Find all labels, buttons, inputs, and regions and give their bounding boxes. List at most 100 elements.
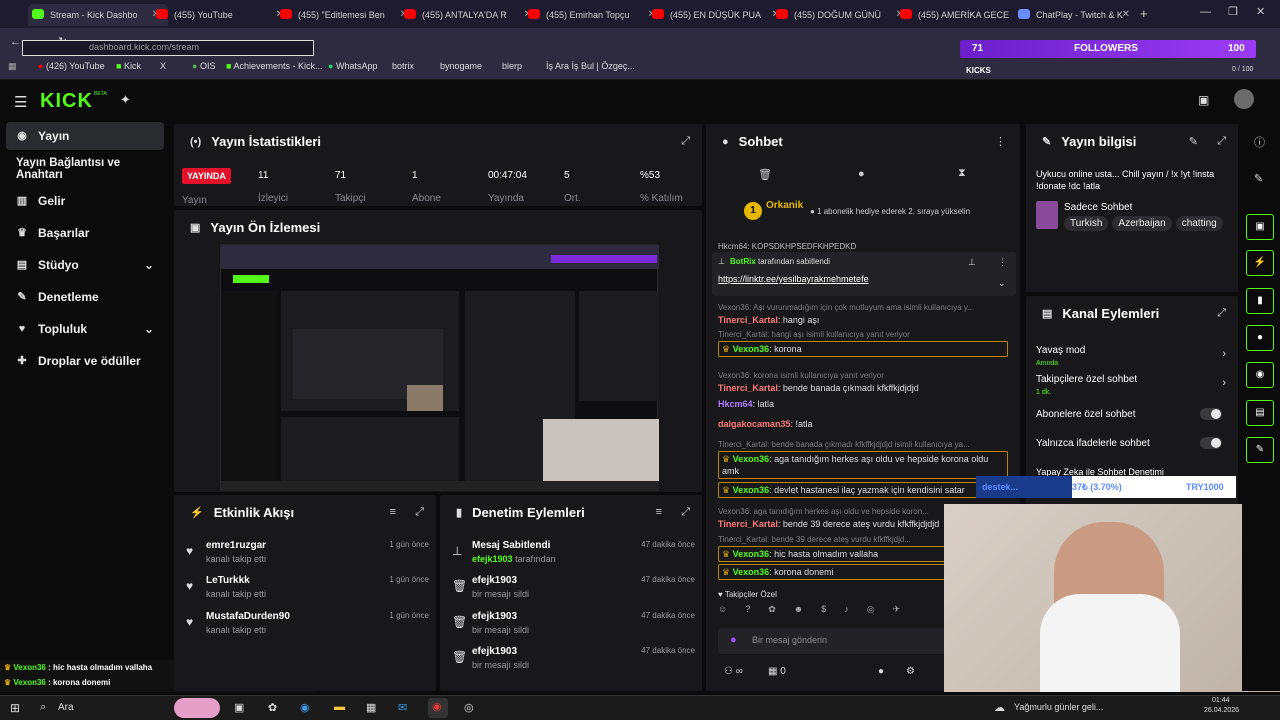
chat-message[interactable]: Tinerci_Kartal: hangi aşı isimli kullanı… <box>718 329 1008 357</box>
gear-icon[interactable]: ⚙ <box>906 666 915 677</box>
tool-button[interactable]: ▮ <box>1246 288 1274 314</box>
tab-youtube[interactable]: (455) DOĞUM GÜNÜ✕ <box>772 4 912 26</box>
tab-youtube[interactable]: (455) ANTALYA'DA R✕ <box>400 4 540 26</box>
edge-icon[interactable]: ◉ <box>300 701 310 714</box>
sidebar-item-gelir[interactable]: ▥ Gelir <box>6 187 164 215</box>
minimize-icon[interactable]: — <box>1200 6 1211 18</box>
emote-only-toggle[interactable] <box>1200 437 1222 449</box>
chat-username[interactable]: Hkcm64 <box>718 399 753 409</box>
chat-message[interactable]: ♛ Vexon36: devlet hastanesi ilaç yazmak … <box>718 482 1008 498</box>
tab-kick-dashboard[interactable]: Stream - Kick Dashbo✕ <box>28 4 168 26</box>
task-view-icon[interactable]: ▣ <box>234 701 244 714</box>
gift-counter[interactable]: ▦ 0 <box>768 666 786 677</box>
back-icon[interactable]: ← <box>10 36 21 48</box>
bookmark-bynogame[interactable]: bynogame <box>440 61 482 71</box>
expand-icon[interactable]: ⤢ <box>1217 307 1226 320</box>
chat-username[interactable]: Vexon36 <box>733 567 770 577</box>
chat-bubble-icon[interactable]: ● <box>878 666 884 677</box>
timer-icon[interactable]: ⧗ <box>958 167 966 180</box>
more-options-icon[interactable]: ⋮ <box>998 257 1007 268</box>
bookmark-x[interactable]: X <box>160 61 166 71</box>
tab-chatplay[interactable]: ChatPlay - Twitch & K ✕ <box>1014 4 1138 26</box>
bookmark-kick[interactable]: ■ Kick <box>116 61 141 71</box>
url-input[interactable]: dashboard.kick.com/stream <box>22 40 314 56</box>
chat-message[interactable]: dalgakocaman35: !atla <box>718 418 1008 430</box>
bookmark-ois[interactable]: ● OIS <box>192 61 215 71</box>
chat-username[interactable]: dalgakocaman35 <box>718 419 791 429</box>
bookmark-is-ara[interactable]: İş Ara İş Bul | Özgeç... <box>546 61 635 71</box>
trash-icon[interactable]: 🗑 <box>758 168 772 181</box>
chat-username[interactable]: Vexon36 <box>733 344 770 354</box>
expand-icon[interactable]: ⤢ <box>1217 135 1226 148</box>
file-explorer-icon[interactable]: ▬ <box>334 701 345 713</box>
tool-button[interactable]: ⚡ <box>1246 250 1274 276</box>
bookmark-achievements[interactable]: ■ Achievements - Kick... <box>226 61 322 71</box>
tool-button[interactable]: ▤ <box>1246 400 1274 426</box>
chrome-app[interactable]: ◉ <box>428 698 448 718</box>
bookmark-whatsapp[interactable]: ● WhatsApp <box>328 61 377 71</box>
close-window-icon[interactable]: ✕ <box>1256 5 1265 18</box>
chat-username[interactable]: Vexon36 <box>733 549 770 559</box>
new-tab-icon[interactable]: + <box>1140 6 1148 21</box>
tool-button[interactable]: ✎ <box>1246 437 1274 463</box>
chat-username[interactable]: Vexon36 <box>733 485 770 495</box>
sidebar-item-droplar[interactable]: ✚ Droplar ve ödüller <box>6 347 164 375</box>
sidebar-item-denetleme[interactable]: ✎ Denetleme <box>6 283 164 311</box>
avatar[interactable] <box>1234 89 1254 109</box>
chat-username[interactable]: Tinerci_Kartal <box>718 519 778 529</box>
chat-bubble-icon[interactable]: ● <box>858 168 865 180</box>
tab-youtube[interactable]: (455) Emirhan Topçu✕ <box>524 4 664 26</box>
close-tab-icon[interactable]: ✕ <box>1122 9 1130 20</box>
chat-username[interactable]: Tinerci_Kartal <box>718 383 778 393</box>
menu-icon[interactable]: ☰ <box>14 93 27 111</box>
display-icon[interactable]: ▣ <box>1198 93 1209 107</box>
tool-button[interactable]: ◉ <box>1246 362 1274 388</box>
chat-username[interactable]: Tinerci_Kartal <box>718 315 778 325</box>
maximize-icon[interactable]: ❐ <box>1228 5 1238 18</box>
tag-chatting[interactable]: chatting <box>1175 216 1223 231</box>
bookmark-botrix[interactable]: botrix <box>392 61 414 71</box>
tag-azerbaijan[interactable]: Azerbaijan <box>1112 216 1172 231</box>
emote-row[interactable]: ☺?✿☻$♪◎✈ <box>718 604 938 620</box>
chat-message[interactable]: Vexon36: korona isimli kullanıcıya yanıt… <box>718 370 1008 394</box>
tab-youtube[interactable]: (455) EN DÜŞÜK PUA✕ <box>648 4 788 26</box>
tab-youtube[interactable]: (455) "Editlemesi Ben✕ <box>276 4 416 26</box>
obs-icon[interactable]: ◎ <box>464 701 474 714</box>
chat-message[interactable]: Hkcm64: latla <box>718 398 1008 410</box>
sidebar-item-yayin[interactable]: ◉ Yayın <box>6 122 164 150</box>
slow-mode-row[interactable]: Yavaş mod Anında › <box>1036 344 1226 368</box>
bookmark-blerp[interactable]: blerp <box>502 61 522 71</box>
edit-icon[interactable]: ✎ <box>1254 172 1263 185</box>
sidebar-item-studyo[interactable]: ▤ Stüdyo ⌄ <box>6 251 164 279</box>
edit-icon[interactable]: ✎ <box>1189 135 1198 148</box>
filter-icon[interactable]: ≡ <box>656 506 662 518</box>
tool-button[interactable]: ● <box>1246 325 1274 351</box>
pin-icon[interactable]: ✦ <box>120 92 131 108</box>
tab-youtube[interactable]: (455) YouTube✕ <box>152 4 292 26</box>
kick-logo[interactable]: KICK <box>40 90 93 113</box>
unpin-icon[interactable]: ⊥ <box>968 257 976 268</box>
tool-button[interactable]: ▣ <box>1246 214 1274 240</box>
chat-message[interactable]: Tinerci_Kartal: bende banada çıkmadı kfk… <box>718 439 1008 479</box>
chat-username[interactable]: Vexon36 <box>733 454 770 464</box>
subscribers-only-toggle[interactable] <box>1200 408 1222 420</box>
info-icon[interactable]: ⓘ <box>1254 134 1265 150</box>
microphone-icon[interactable]: ● <box>730 634 737 646</box>
expand-icon[interactable]: ⤢ <box>681 506 690 519</box>
apps-grid-icon[interactable]: ▦ <box>8 61 17 72</box>
mail-icon[interactable]: ✉ <box>398 701 407 714</box>
category-thumbnail[interactable] <box>1036 201 1058 229</box>
stream-preview-video[interactable] <box>220 244 659 491</box>
chat-message[interactable]: Vexon36: Aşı vurunmadığım için çok mutlu… <box>718 302 1008 326</box>
expand-icon[interactable]: ⤢ <box>415 506 424 519</box>
copilot-icon[interactable]: ✿ <box>268 701 277 714</box>
more-options-icon[interactable]: ⋮ <box>995 135 1006 148</box>
chevron-down-icon[interactable]: ⌄ <box>998 278 1006 289</box>
filter-icon[interactable]: ≡ <box>390 506 396 518</box>
sidebar-item-topluluk[interactable]: ♥ Topluluk ⌄ <box>6 315 164 343</box>
sidebar-item-basarilar[interactable]: ♛ Başarılar <box>6 219 164 247</box>
tag-turkish[interactable]: Turkish <box>1064 216 1109 231</box>
sidebar-item-yayin-baglantisi[interactable]: Yayın Bağlantısı ve Anahtarı <box>6 155 164 183</box>
followers-only-row[interactable]: Takipçilere özel sohbet 1 dk. › <box>1036 373 1226 397</box>
windows-start-icon[interactable]: ⊞ <box>10 701 20 715</box>
